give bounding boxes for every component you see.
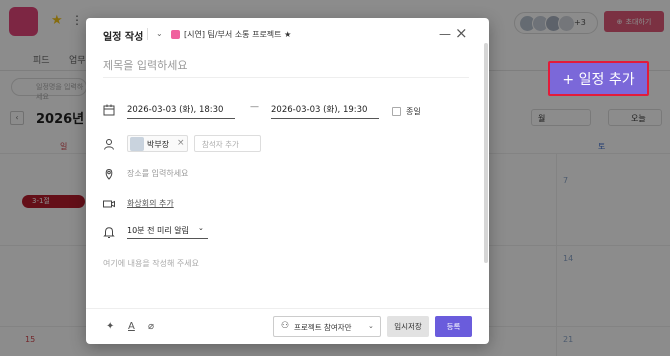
scrollbar[interactable]	[484, 43, 488, 263]
chevron-down-icon: ⌄	[368, 322, 374, 330]
bell-icon	[103, 227, 115, 238]
add-schedule-button[interactable]: + 일정 추가	[548, 61, 649, 96]
alarm-select[interactable]: 10분 전 미리 알림 ⌄	[127, 224, 208, 239]
chevron-down-icon[interactable]: ⌄	[156, 29, 163, 38]
person-icon	[104, 139, 114, 150]
register-button[interactable]: 등록	[435, 316, 472, 337]
participant-name: 박부장	[147, 140, 170, 149]
project-name[interactable]: [시연] 팀/부서 소통 프로젝트 ★	[184, 29, 291, 40]
content-editor[interactable]: 여기에 내용을 작성해 주세요	[103, 258, 199, 269]
video-icon	[103, 200, 115, 208]
text-format-icon[interactable]: A	[128, 321, 135, 332]
add-video-meeting-link[interactable]: 화상회의 추가	[127, 198, 174, 209]
start-datetime[interactable]: 2026-03-03 (화), 18:30	[127, 103, 235, 119]
minimize-icon[interactable]: —	[439, 27, 451, 41]
remove-icon[interactable]: ×	[177, 138, 185, 148]
people-icon: ⚇	[281, 321, 290, 331]
project-color-dot	[171, 30, 180, 39]
attendee-input[interactable]: 참석자 추가	[194, 135, 261, 152]
schedule-create-dialog: 일정 작성 ⌄ [시연] 팀/부서 소통 프로젝트 ★ — × 2026-03-…	[86, 18, 489, 344]
visibility-select[interactable]: ⚇ 프로젝트 참여자만 ⌄	[273, 316, 381, 337]
dialog-title: 일정 작성	[103, 32, 144, 43]
title-input[interactable]	[103, 54, 469, 78]
date-separator: —	[250, 102, 259, 112]
chevron-down-icon: ⌄	[198, 224, 204, 232]
attach-icon[interactable]: ⌀	[148, 321, 154, 332]
divider	[147, 28, 148, 40]
all-day-checkbox[interactable]	[392, 107, 401, 116]
temp-save-button[interactable]: 임시저장	[387, 316, 429, 337]
participant-chip[interactable]: 박부장 ×	[127, 135, 188, 152]
avatar	[130, 137, 144, 151]
dialog-footer: ✦ A ⌀ ⚇ 프로젝트 참여자만 ⌄ 임시저장 등록	[86, 308, 489, 344]
calendar-icon	[103, 104, 115, 116]
end-datetime[interactable]: 2026-03-03 (화), 19:30	[271, 103, 379, 119]
close-icon[interactable]: ×	[455, 24, 468, 42]
sparkle-icon[interactable]: ✦	[106, 321, 114, 332]
pin-icon	[105, 168, 113, 180]
all-day-label: 종일	[406, 107, 421, 116]
location-input[interactable]: 장소를 입력하세요	[127, 168, 188, 179]
